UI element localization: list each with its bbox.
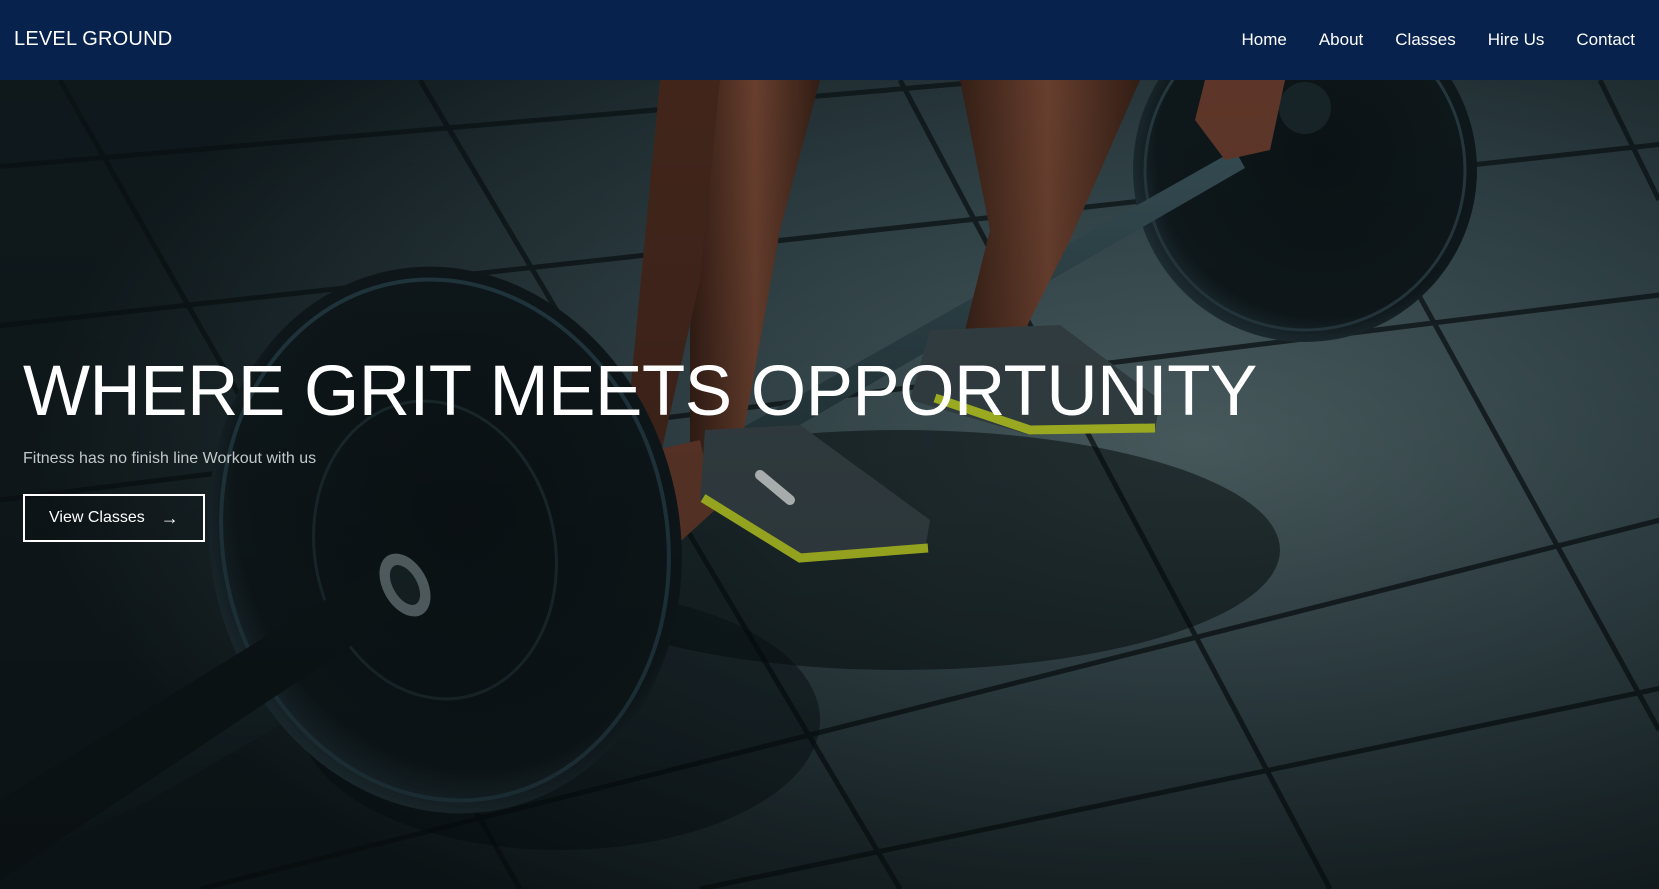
view-classes-button[interactable]: View Classes → (23, 494, 205, 542)
hero-content: WHERE GRIT MEETS OPPORTUNITY Fitness has… (23, 352, 1257, 542)
nav-link-hire-us[interactable]: Hire Us (1488, 30, 1545, 50)
navbar: LEVEL GROUND Home About Classes Hire Us … (0, 0, 1659, 80)
nav-link-about[interactable]: About (1319, 30, 1363, 50)
nav-link-contact[interactable]: Contact (1576, 30, 1635, 50)
hero-subtitle: Fitness has no finish line Workout with … (23, 450, 317, 467)
view-classes-label: View Classes (49, 509, 145, 526)
hero-title: WHERE GRIT MEETS OPPORTUNITY (23, 352, 1257, 431)
brand-logo[interactable]: LEVEL GROUND (14, 28, 172, 51)
nav-link-classes[interactable]: Classes (1395, 30, 1455, 50)
arrow-right-icon: → (160, 508, 179, 528)
nav-link-home[interactable]: Home (1241, 30, 1286, 50)
hero-section: WHERE GRIT MEETS OPPORTUNITY Fitness has… (0, 80, 1659, 889)
nav-links: Home About Classes Hire Us Contact (1241, 30, 1635, 50)
